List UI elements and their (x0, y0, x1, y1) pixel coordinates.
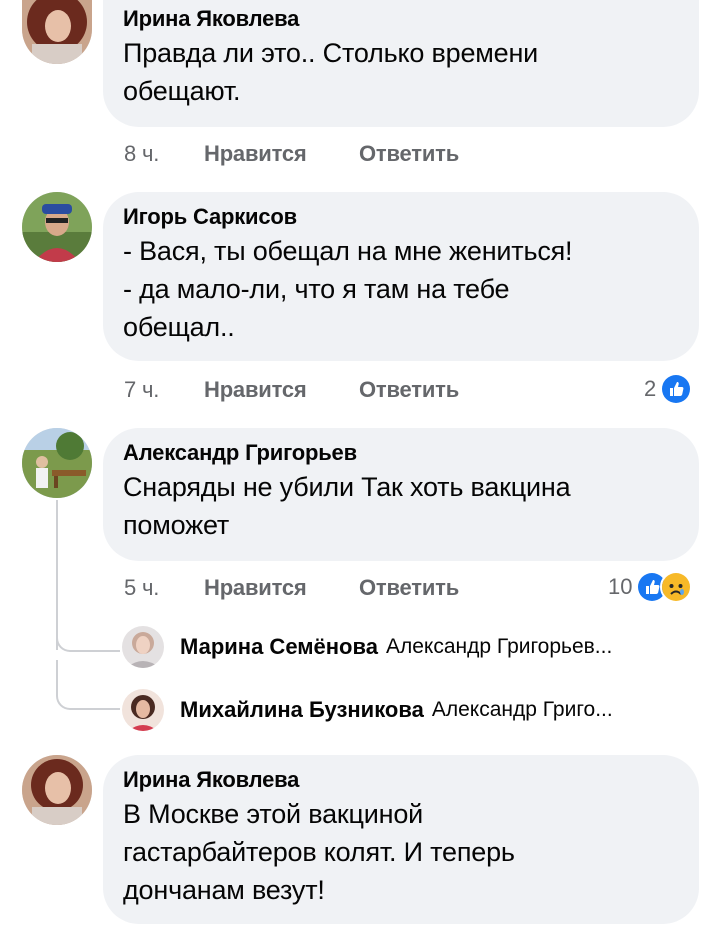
reaction-summary[interactable]: 2 (644, 372, 693, 406)
comment-text-line: гастарбайтеров колят. И теперь (123, 837, 515, 867)
reply-preview[interactable]: Михайлина Бузникова Александр Григо... (180, 689, 690, 731)
reply-button[interactable]: Ответить (359, 575, 459, 601)
comment-actions: 8 ч. Нравится Ответить (124, 137, 459, 171)
reply-snippet: Александр Григорьев... (385, 635, 613, 658)
comment-text-line: - Вася, ты обещал на мне жениться! (123, 236, 573, 266)
like-icon (660, 373, 693, 405)
reply-author[interactable]: Марина Семёнова (180, 634, 378, 660)
reaction-summary[interactable]: 10 (608, 570, 693, 604)
avatar-photo (122, 626, 164, 668)
comment-text-line: обещают. (123, 76, 241, 106)
reaction-count: 2 (644, 376, 657, 401)
like-button[interactable]: Нравится (204, 575, 359, 601)
comment-bubble: Александр Григорьев Снаряды не убили Так… (103, 428, 699, 561)
reply-button[interactable]: Ответить (359, 377, 459, 403)
comment-text-line: - да мало-ли, что я там на тебе (123, 274, 510, 304)
comment-actions: 7 ч. Нравится Ответить (124, 373, 459, 407)
comment-text-line: обещал.. (123, 312, 235, 342)
reaction-count: 10 (608, 574, 633, 599)
comment-text-line: дончанам везут! (123, 875, 325, 905)
comment-bubble: Ирина Яковлева В Москве этой вакциной га… (103, 755, 699, 924)
avatar[interactable] (22, 192, 92, 262)
comment-bubble: Ирина Яковлева Правда ли это.. Столько в… (103, 0, 699, 127)
comment-author[interactable]: Александр Григорьев (123, 438, 679, 468)
comment-author[interactable]: Игорь Саркисов (123, 202, 679, 232)
reply-button[interactable]: Ответить (359, 141, 459, 167)
reply-avatar[interactable] (122, 626, 164, 668)
avatar-photo (122, 689, 164, 731)
like-button[interactable]: Нравится (204, 141, 359, 167)
comment-timestamp[interactable]: 5 ч. (124, 575, 204, 601)
comment-actions: 5 ч. Нравится Ответить (124, 571, 459, 605)
reply-avatar[interactable] (122, 689, 164, 731)
comment-timestamp[interactable]: 7 ч. (124, 377, 204, 403)
avatar[interactable] (22, 0, 92, 64)
comment-text-line: поможет (123, 510, 230, 540)
comment-author[interactable]: Ирина Яковлева (123, 4, 679, 34)
comment-timestamp[interactable]: 8 ч. (124, 141, 204, 167)
comment-author[interactable]: Ирина Яковлева (123, 765, 679, 795)
comment-text-line: Снаряды не убили Так хоть вакцина (123, 472, 571, 502)
avatar-photo (22, 428, 92, 498)
comment-text-line: Правда ли это.. Столько времени (123, 38, 539, 68)
sad-icon (660, 571, 693, 603)
like-button[interactable]: Нравится (204, 377, 359, 403)
thread-connector (56, 660, 120, 710)
avatar[interactable] (22, 755, 92, 825)
thread-connector (56, 600, 120, 652)
reply-preview[interactable]: Марина Семёнова Александр Григорьев... (180, 626, 690, 668)
avatar-photo (22, 755, 92, 825)
reply-author[interactable]: Михайлина Бузникова (180, 697, 424, 723)
avatar-photo (22, 0, 92, 64)
comment-text-line: В Москве этой вакциной (123, 799, 424, 829)
avatar-photo (22, 192, 92, 262)
reply-snippet: Александр Григо... (431, 698, 613, 721)
comment-bubble: Игорь Саркисов - Вася, ты обещал на мне … (103, 192, 699, 361)
avatar[interactable] (22, 428, 92, 498)
